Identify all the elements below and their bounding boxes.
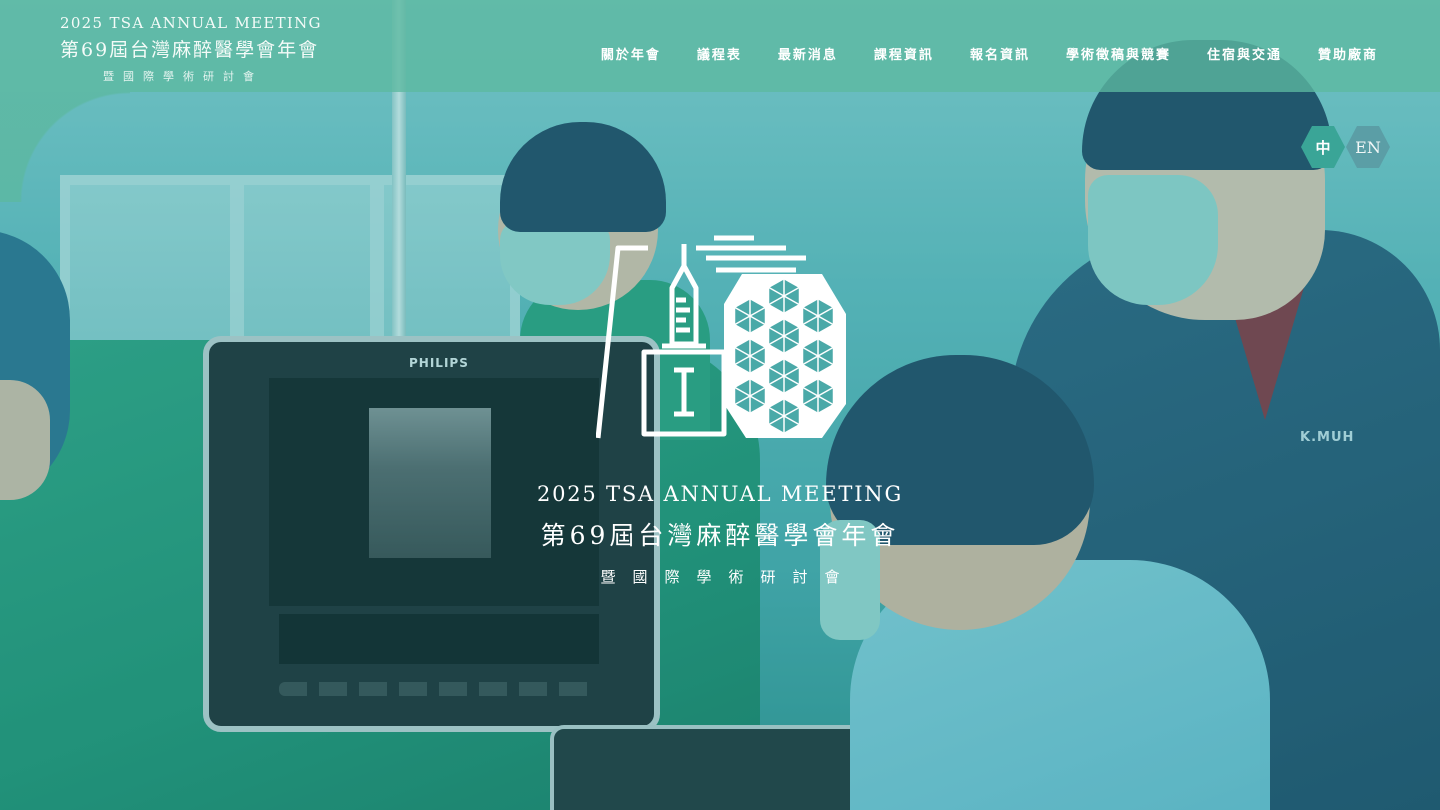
nav-item-accommodation[interactable]: 住宿與交通 xyxy=(1189,44,1300,63)
nav-item-abstracts[interactable]: 學術徵稿與競賽 xyxy=(1048,44,1189,63)
language-switcher: 中 EN xyxy=(1301,126,1390,168)
nav-item-sponsors[interactable]: 贊助廠商 xyxy=(1300,44,1378,63)
syringe-hexagon-emblem-icon xyxy=(596,235,846,439)
hero-title-block: 2025 TSA ANNUAL MEETING 第69屆台灣麻醉醫學會年會 暨國… xyxy=(520,482,920,587)
hero-title-zh: 第69屆台灣麻醉醫學會年會 xyxy=(540,521,900,550)
site-header: 2025 TSA ANNUAL MEETING 第69屆台灣麻醉醫學會年會 暨國… xyxy=(0,0,1440,92)
lang-zh-button[interactable]: 中 xyxy=(1301,126,1345,168)
logo-title-zh: 第69屆台灣麻醉醫學會年會 xyxy=(60,39,320,61)
logo-title-en: 2025 TSA ANNUAL MEETING xyxy=(60,14,322,32)
nav-item-courses[interactable]: 課程資訊 xyxy=(856,44,952,63)
site-logo[interactable]: 2025 TSA ANNUAL MEETING 第69屆台灣麻醉醫學會年會 暨國… xyxy=(60,14,322,84)
header-curve-decoration xyxy=(0,92,130,202)
nav-item-news[interactable]: 最新消息 xyxy=(760,44,856,63)
hero-subtitle: 暨國際學術研討會 xyxy=(600,568,857,586)
main-nav: 關於年會 議程表 最新消息 課程資訊 報名資訊 學術徵稿與競賽 住宿與交通 贊助… xyxy=(583,44,1378,63)
logo-subtitle: 暨國際學術研討會 xyxy=(103,70,263,83)
hero-title-en: 2025 TSA ANNUAL MEETING xyxy=(536,482,904,506)
lang-en-button[interactable]: EN xyxy=(1346,126,1390,168)
nav-item-about[interactable]: 關於年會 xyxy=(583,44,679,63)
nav-item-agenda[interactable]: 議程表 xyxy=(679,44,760,63)
nav-item-registration[interactable]: 報名資訊 xyxy=(952,44,1048,63)
